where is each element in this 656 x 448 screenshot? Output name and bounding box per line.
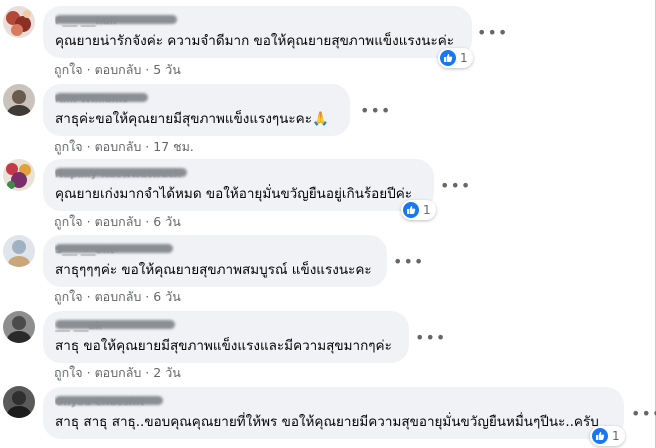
- more-options-button[interactable]: •••: [440, 178, 471, 194]
- comment-text: สาธุค่ะขอให้คุณยายมีสุขภาพแข็งแรงๆนะคะ🙏: [55, 111, 329, 127]
- comment-bubble: ___ ___ak สาธุ ขอให้คุณยายมีสุขภาพแข็งแร…: [43, 311, 409, 363]
- more-options-button[interactable]: •••: [393, 254, 424, 270]
- reaction-count-badge[interactable]: 1: [401, 200, 436, 220]
- like-icon: [403, 202, 419, 218]
- comment-text: สาธุๆๆๆค่ะ ขอให้คุณยายสุขภาพสมบูรณ์ แข็ง…: [55, 262, 372, 278]
- author-name: ___ ___ak: [55, 321, 102, 332]
- comment-actions: ถูกใจ · ตอบกลับ · 2 วัน: [54, 363, 181, 383]
- comment-bubble: P___ ___hall คุณยายน่ารักจังค่ะ ความจำดี…: [43, 6, 472, 58]
- like-link[interactable]: ถูกใจ: [54, 287, 83, 307]
- comment-bubble: Napaky Kaewwatwach คุณยายเก่งมากจำได้หมด…: [43, 159, 434, 211]
- more-options-button[interactable]: •••: [477, 25, 508, 41]
- comment-author[interactable]: Onyou Chueshit: [55, 393, 612, 409]
- comment-text: คุณยายเก่งมากจำได้หมด ขอให้อายุมั่นขวัญย…: [55, 186, 413, 202]
- author-name: P___ ___hall: [55, 16, 117, 27]
- avatar[interactable]: [3, 84, 35, 116]
- avatar-image: [3, 84, 35, 116]
- reaction-count: 1: [423, 203, 431, 217]
- comment-text: สาธุ ขอให้คุณยายมีสุขภาพแข็งแรงและมีความ…: [55, 338, 392, 354]
- reaction-count-badge[interactable]: 1: [590, 426, 625, 446]
- reaction-count: 1: [612, 429, 620, 443]
- comment-actions: ถูกใจ · ตอบกลับ · 5 วัน: [54, 60, 181, 80]
- avatar[interactable]: [3, 311, 35, 343]
- comment-author[interactable]: P___ ___hall: [55, 12, 460, 28]
- avatar-image: [3, 235, 35, 267]
- avatar[interactable]: [3, 6, 35, 38]
- comments-section: P___ ___hall คุณยายน่ารักจังค่ะ ความจำดี…: [0, 0, 656, 448]
- comment-author[interactable]: Napaky Kaewwatwach: [55, 165, 422, 181]
- avatar[interactable]: [3, 386, 35, 418]
- like-icon: [592, 428, 608, 444]
- more-options-button[interactable]: •••: [415, 330, 446, 346]
- comment-text: สาธุ สาธุ สาธุ..ขอบคุณคุณยายที่ให้พร ขอใ…: [55, 414, 599, 430]
- comment-bubble: Onyou Chueshit สาธุ สาธุ สาธุ..ขอบคุณคุณ…: [43, 387, 624, 439]
- like-link[interactable]: ถูกใจ: [54, 60, 83, 80]
- like-link[interactable]: ถูกใจ: [54, 363, 83, 383]
- avatar-image: [3, 386, 35, 418]
- comment-actions: ถูกใจ · ตอบกลับ · 6 วัน: [54, 212, 181, 232]
- comment-time[interactable]: 17 ชม.: [153, 137, 194, 157]
- author-name: S___ ___ont: [55, 245, 115, 256]
- reaction-count: 1: [460, 51, 468, 65]
- like-link[interactable]: ถูกใจ: [54, 212, 83, 232]
- avatar[interactable]: [3, 159, 35, 191]
- comment-author[interactable]: Kim Williams: [55, 90, 338, 106]
- author-name: Onyou Chueshit: [55, 397, 145, 408]
- comment-bubble: S___ ___ont สาธุๆๆๆค่ะ ขอให้คุณยายสุขภาพ…: [43, 235, 387, 287]
- comment-text: คุณยายน่ารักจังค่ะ ความจำดีมาก ขอให้คุณย…: [55, 33, 455, 49]
- reply-link[interactable]: ตอบกลับ: [95, 212, 142, 232]
- comment-author[interactable]: ___ ___ak: [55, 317, 397, 333]
- reply-link[interactable]: ตอบกลับ: [95, 363, 142, 383]
- avatar[interactable]: [3, 235, 35, 267]
- avatar-image: [3, 159, 35, 191]
- comment-time[interactable]: 2 วัน: [153, 363, 181, 383]
- reply-link[interactable]: ตอบกลับ: [95, 60, 142, 80]
- avatar-image: [3, 6, 35, 38]
- reply-link[interactable]: ตอบกลับ: [95, 137, 142, 157]
- comment-actions: ถูกใจ · ตอบกลับ · 17 ชม.: [54, 137, 194, 157]
- comment-time[interactable]: 6 วัน: [153, 212, 181, 232]
- more-options-button[interactable]: •••: [360, 103, 391, 119]
- like-link[interactable]: ถูกใจ: [54, 137, 83, 157]
- avatar-image: [3, 311, 35, 343]
- author-name: Kim Williams: [55, 94, 128, 105]
- reply-link[interactable]: ตอบกลับ: [95, 287, 142, 307]
- comment-bubble: Kim Williams สาธุค่ะขอให้คุณยายมีสุขภาพแ…: [43, 84, 350, 136]
- author-name: Napaky Kaewwatwach: [55, 169, 181, 180]
- reaction-count-badge[interactable]: 1: [438, 48, 473, 68]
- like-icon: [440, 50, 456, 66]
- comment-time[interactable]: 6 วัน: [153, 287, 181, 307]
- comment-actions: ถูกใจ · ตอบกลับ · 6 วัน: [54, 287, 181, 307]
- more-options-button[interactable]: •••: [631, 406, 656, 422]
- comment-time[interactable]: 5 วัน: [153, 60, 181, 80]
- comment-author[interactable]: S___ ___ont: [55, 241, 375, 257]
